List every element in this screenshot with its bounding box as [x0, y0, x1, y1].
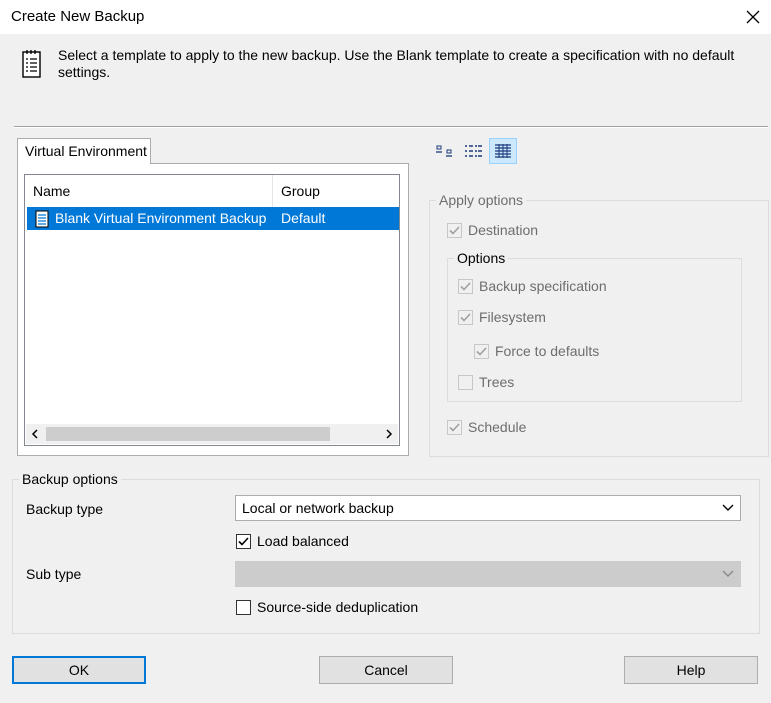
backup-options-legend: Backup options — [22, 471, 118, 487]
chevron-down-icon — [722, 504, 734, 511]
large-icons-view-icon — [436, 145, 452, 157]
list-view-button[interactable] — [459, 138, 487, 164]
checkmark-icon — [236, 533, 251, 549]
sub-type-label: Sub type — [26, 566, 82, 582]
column-header-group[interactable]: Group — [273, 175, 399, 207]
cancel-button[interactable]: Cancel — [319, 656, 453, 684]
details-view-icon — [495, 144, 511, 158]
destination-checkbox[interactable]: Destination — [447, 222, 538, 238]
sub-type-select[interactable] — [235, 561, 741, 587]
options-legend: Options — [457, 250, 506, 266]
backup-type-label: Backup type — [26, 501, 104, 517]
close-icon — [746, 10, 759, 24]
window-title: Create New Backup — [11, 8, 145, 25]
checkmark-icon — [458, 278, 473, 294]
checkmark-icon — [474, 343, 489, 359]
tab-virtual-environment[interactable]: Virtual Environment — [17, 138, 151, 164]
document-icon — [22, 50, 41, 78]
details-view-button[interactable] — [489, 138, 517, 164]
backup-specification-checkbox[interactable]: Backup specification — [458, 278, 607, 294]
checkmark-icon — [447, 419, 462, 435]
force-to-defaults-checkbox[interactable]: Force to defaults — [474, 343, 599, 359]
scroll-left-icon[interactable] — [26, 424, 44, 444]
scrollbar-thumb[interactable] — [46, 427, 330, 441]
close-button[interactable] — [734, 0, 771, 34]
backup-type-select[interactable]: Local or network backup — [235, 495, 741, 521]
apply-options-legend: Apply options — [439, 192, 524, 208]
trees-checkbox[interactable]: Trees — [458, 374, 514, 390]
schedule-checkbox[interactable]: Schedule — [447, 419, 526, 435]
checkmark-icon — [458, 309, 473, 325]
help-button[interactable]: Help — [624, 656, 758, 684]
checkmark-icon — [447, 222, 462, 238]
horizontal-scrollbar[interactable] — [26, 424, 398, 444]
large-icons-view-button[interactable] — [430, 138, 458, 164]
ok-button[interactable]: OK — [12, 656, 146, 684]
template-group: Default — [281, 210, 326, 226]
template-list[interactable]: Name Group Blank Virtual Environment Bac… — [24, 174, 400, 446]
description-text: Select a template to apply to the new ba… — [58, 47, 735, 80]
list-item[interactable]: Blank Virtual Environment Backup Default — [27, 207, 399, 230]
template-name: Blank Virtual Environment Backup — [55, 210, 267, 226]
column-header-name[interactable]: Name — [25, 175, 273, 207]
source-side-deduplication-checkbox[interactable]: Source-side deduplication — [236, 599, 418, 615]
chevron-down-icon — [722, 570, 734, 577]
scroll-right-icon[interactable] — [380, 424, 398, 444]
load-balanced-checkbox[interactable]: Load balanced — [236, 533, 349, 549]
filesystem-checkbox[interactable]: Filesystem — [458, 309, 546, 325]
list-view-icon — [465, 145, 482, 157]
template-icon — [35, 210, 49, 228]
separator — [14, 126, 768, 128]
